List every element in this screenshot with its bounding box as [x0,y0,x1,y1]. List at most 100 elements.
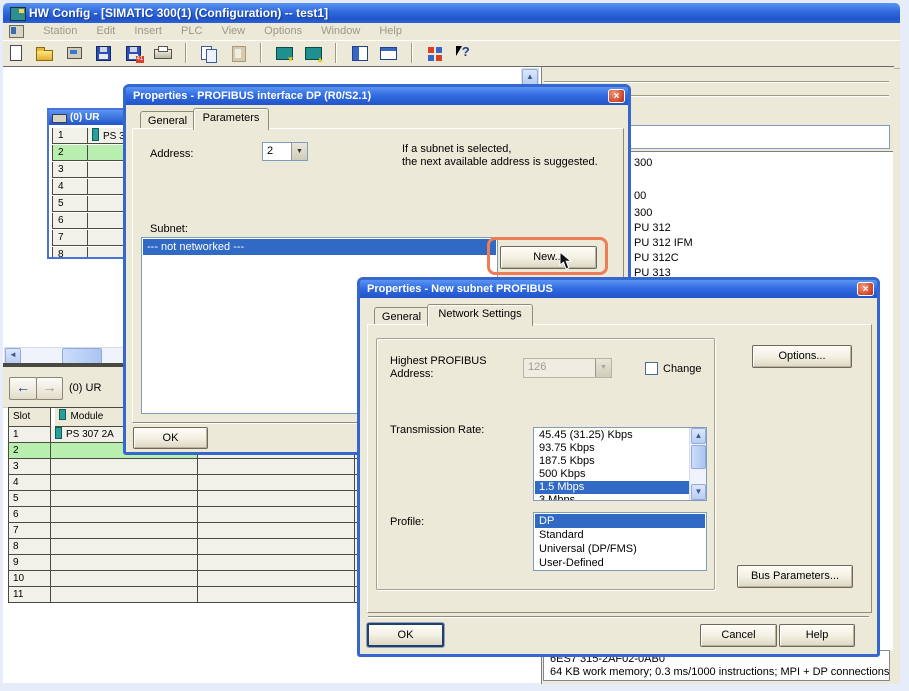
rate-item[interactable]: 3 Mbps [535,494,689,501]
address-value: 2 [267,145,273,157]
address-select[interactable]: 2 ▼ [262,142,308,161]
subnet-hint-line2: the next available address is suggested. [402,156,598,168]
menu-help[interactable]: Help [371,23,410,37]
menu-window[interactable]: Window [313,23,368,37]
paste-icon[interactable] [227,42,250,64]
chevron-down-icon[interactable]: ▼ [291,143,307,160]
toolbar-separator [185,43,187,63]
profile-item[interactable]: Universal (DP/FMS) [535,542,705,556]
header-slot: Slot [9,408,51,427]
rate-item[interactable]: 45.45 (31.25) Kbps [535,429,689,442]
subnet-item-not-networked[interactable]: --- not networked --- [143,239,496,255]
highest-address-label-line1: Highest PROFIBUS [390,355,487,367]
catalog-icon[interactable] [348,42,371,64]
toolbar-separator [260,43,262,63]
tab-network-settings[interactable]: Network Settings [427,304,533,326]
profile-label: Profile: [390,516,424,528]
menu-insert[interactable]: Insert [126,23,170,37]
dialog1-title: Properties - PROFIBUS interface DP (R0/S… [133,87,371,105]
menu-bar: Station Edit Insert PLC View Options Win… [3,23,900,41]
subnet-hint-line1: If a subnet is selected, [402,143,511,155]
rate-item-selected[interactable]: 1.5 Mbps [535,481,689,494]
detail-rack-label: (0) UR [69,382,101,394]
subnet-label: Subnet: [150,223,188,235]
menu-edit[interactable]: Edit [88,23,123,37]
document-icon [9,25,24,38]
new-document-icon[interactable] [4,42,27,64]
nav-back-button[interactable]: ← [9,377,37,400]
transmission-rate-label: Transmission Rate: [390,424,484,436]
scroll-up-icon[interactable]: ▲ [522,69,538,85]
bus-parameters-button[interactable]: Bus Parameters... [737,565,853,588]
rate-item[interactable]: 187.5 Kbps [535,455,689,468]
menu-options[interactable]: Options [256,23,310,37]
profile-item[interactable]: Standard [535,528,705,542]
nav-forward-button[interactable]: → [36,377,63,400]
profile-item-selected[interactable]: DP [535,514,705,528]
tab-parameters[interactable]: Parameters [193,108,269,130]
button-separator [368,616,869,618]
slot-number: 7 [52,230,88,246]
dialog-new-subnet: Properties - New subnet PROFIBUS × Gener… [357,277,880,657]
dialog2-ok-button[interactable]: OK [367,623,444,647]
print-icon[interactable] [151,42,174,64]
rack-icon [52,114,67,123]
rack-window-title: (0) UR [70,110,99,125]
slot-number: 1 [52,128,88,144]
close-icon[interactable]: × [857,282,874,296]
change-checkbox[interactable] [645,362,658,375]
catalog-tree-item[interactable]: 300 [634,207,652,219]
scrollbar-thumb[interactable] [62,348,102,364]
catalog-tree-item[interactable]: PU 312 [634,222,671,234]
scroll-left-icon[interactable]: ◄ [5,348,21,364]
catalog-tree-item[interactable]: PU 312C [634,252,679,264]
dialog1-ok-button[interactable]: OK [133,427,208,449]
save-compile-icon[interactable]: 41 [122,42,145,64]
module-icon [92,128,99,141]
transmission-rate-listbox[interactable]: 45.45 (31.25) Kbps 93.75 Kbps 187.5 Kbps… [533,427,707,501]
screenshot-root: HW Config - [SIMATIC 300(1) (Configurati… [0,0,909,691]
profile-listbox[interactable]: DP Standard Universal (DP/FMS) User-Defi… [533,512,707,571]
highest-address-value: 126 [528,361,546,373]
slot-number: 2 [52,145,88,161]
chevron-down-icon: ▼ [595,359,611,377]
dialog2-help-button[interactable]: Help [779,624,855,647]
mouse-cursor [559,251,573,271]
annotation-highlight [487,237,608,275]
module-description: 64 KB work memory; 0.3 ms/1000 instructi… [550,666,889,679]
module-icon [59,409,66,420]
catalog-tree-item[interactable]: 300 [634,157,652,169]
rate-scrollbar[interactable]: ▲ ▼ [689,428,706,500]
upload-station-icon[interactable]: ▲ [302,42,325,64]
scroll-up-icon[interactable]: ▲ [691,428,706,444]
help-pointer-icon[interactable]: ? [453,42,476,64]
toolbar-separator [411,43,413,63]
options-button[interactable]: Options... [752,345,852,368]
network-icon[interactable] [423,42,446,64]
download-station-icon[interactable]: ▼ [273,42,296,64]
menu-station[interactable]: Station [35,23,85,37]
slot-number: 4 [52,179,88,195]
scrollbar-thumb[interactable] [691,445,706,469]
catalog-tree-item[interactable]: 00 [634,190,646,202]
profile-item[interactable]: User-Defined [535,556,705,570]
copy-icon[interactable] [197,42,220,64]
menu-plc[interactable]: PLC [173,23,210,37]
open-folder-icon[interactable] [33,42,56,64]
scroll-down-icon[interactable]: ▼ [691,484,706,500]
menu-view[interactable]: View [213,23,253,37]
dialog1-titlebar[interactable]: Properties - PROFIBUS interface DP (R0/S… [126,87,628,105]
dialog2-titlebar[interactable]: Properties - New subnet PROFIBUS [360,280,877,298]
catalog-tree-item[interactable]: PU 312 IFM [634,237,693,249]
save-icon[interactable] [92,42,115,64]
open-station-icon[interactable] [63,42,86,64]
window-titlebar[interactable]: HW Config - [SIMATIC 300(1) (Configurati… [3,3,900,23]
window-title: HW Config - [SIMATIC 300(1) (Configurati… [29,3,328,23]
highest-address-label-line2: Address: [390,368,433,380]
catalog-toolbar-edge [544,81,889,83]
dialog2-cancel-button[interactable]: Cancel [700,624,777,647]
window-layout-icon[interactable] [377,42,400,64]
rate-item[interactable]: 500 Kbps [535,468,689,481]
rate-item[interactable]: 93.75 Kbps [535,442,689,455]
close-icon[interactable]: × [608,89,625,103]
